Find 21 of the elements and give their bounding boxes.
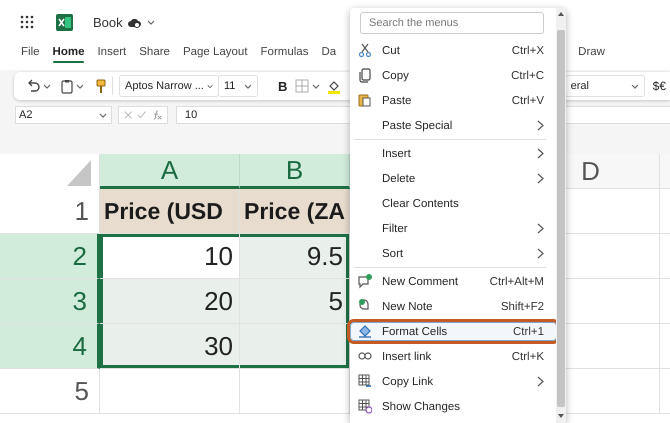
menu-item-label: Sort	[382, 248, 404, 260]
shortcut-text: Ctrl+X	[512, 44, 544, 56]
menu-item-label: Cut	[382, 44, 401, 56]
shortcut-text: Shift+F2	[500, 300, 544, 312]
menu-item-label: Paste	[382, 94, 412, 106]
menu-item-label: Clear Contents	[382, 198, 460, 210]
menu-item-label: Delete	[382, 172, 416, 184]
shortcut-text: Ctrl+V	[512, 94, 544, 106]
shortcut-text: Ctrl+C	[511, 70, 544, 82]
shortcut-text: Ctrl+1	[513, 326, 544, 338]
menu-item-label: Filter	[382, 222, 409, 234]
shortcut-text: Ctrl+K	[512, 350, 544, 362]
menu-item-label: Insert link	[382, 350, 432, 362]
menu-item-label: New Comment	[382, 276, 460, 288]
shortcut-text: Ctrl+Alt+M	[490, 276, 544, 288]
menu-item-label: Format Cells	[382, 326, 448, 338]
menu-item-label: Insert	[382, 148, 412, 160]
menu-item-label: New Note	[382, 300, 434, 312]
menu-item-label: Copy	[382, 70, 410, 82]
menu-item-label: Copy Link	[382, 376, 434, 388]
menu-item-label: Show Changes	[382, 400, 461, 412]
